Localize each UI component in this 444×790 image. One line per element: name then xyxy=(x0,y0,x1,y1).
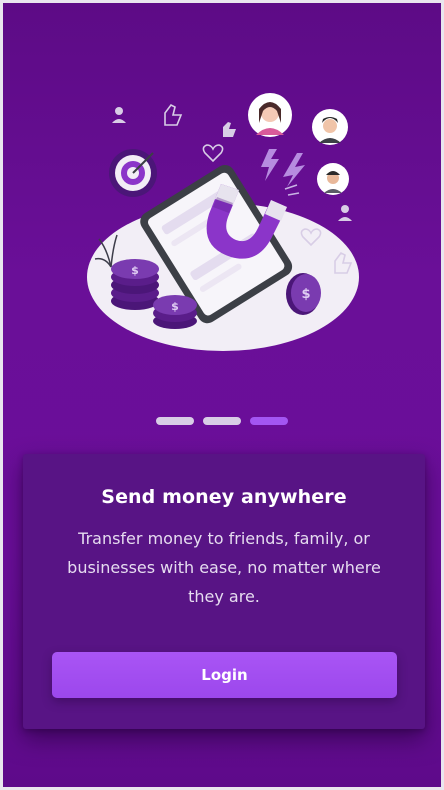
target-icon xyxy=(109,149,157,197)
page-indicator xyxy=(3,417,441,425)
onboarding-description: Transfer money to friends, family, or bu… xyxy=(67,529,381,606)
heart-icon xyxy=(202,144,224,163)
onboarding-illustration: $ $ $ xyxy=(87,93,359,351)
page-indicator-dot-1[interactable] xyxy=(156,417,194,425)
svg-text:$: $ xyxy=(171,300,179,313)
thumbs-up-icon xyxy=(164,103,183,126)
svg-text:$: $ xyxy=(301,287,310,302)
lightning-icon xyxy=(284,184,300,196)
user-icon xyxy=(338,205,352,221)
onboarding-title: Send money anywhere xyxy=(101,486,347,508)
onboarding-screen: $ $ $ Send money anywhere Transfer money… xyxy=(3,3,441,787)
avatar-icon xyxy=(312,109,348,145)
avatar-icon xyxy=(317,163,349,195)
page-indicator-dot-3-active[interactable] xyxy=(250,417,288,425)
page-indicator-dot-2[interactable] xyxy=(203,417,241,425)
onboarding-card: Send money anywhere Transfer money to fr… xyxy=(23,454,425,729)
avatar-icon xyxy=(248,93,292,137)
user-icon xyxy=(112,107,126,123)
login-button[interactable]: Login xyxy=(52,652,397,698)
lightning-icon xyxy=(261,149,305,187)
thumbs-up-icon xyxy=(223,122,236,137)
svg-text:$: $ xyxy=(131,264,139,277)
